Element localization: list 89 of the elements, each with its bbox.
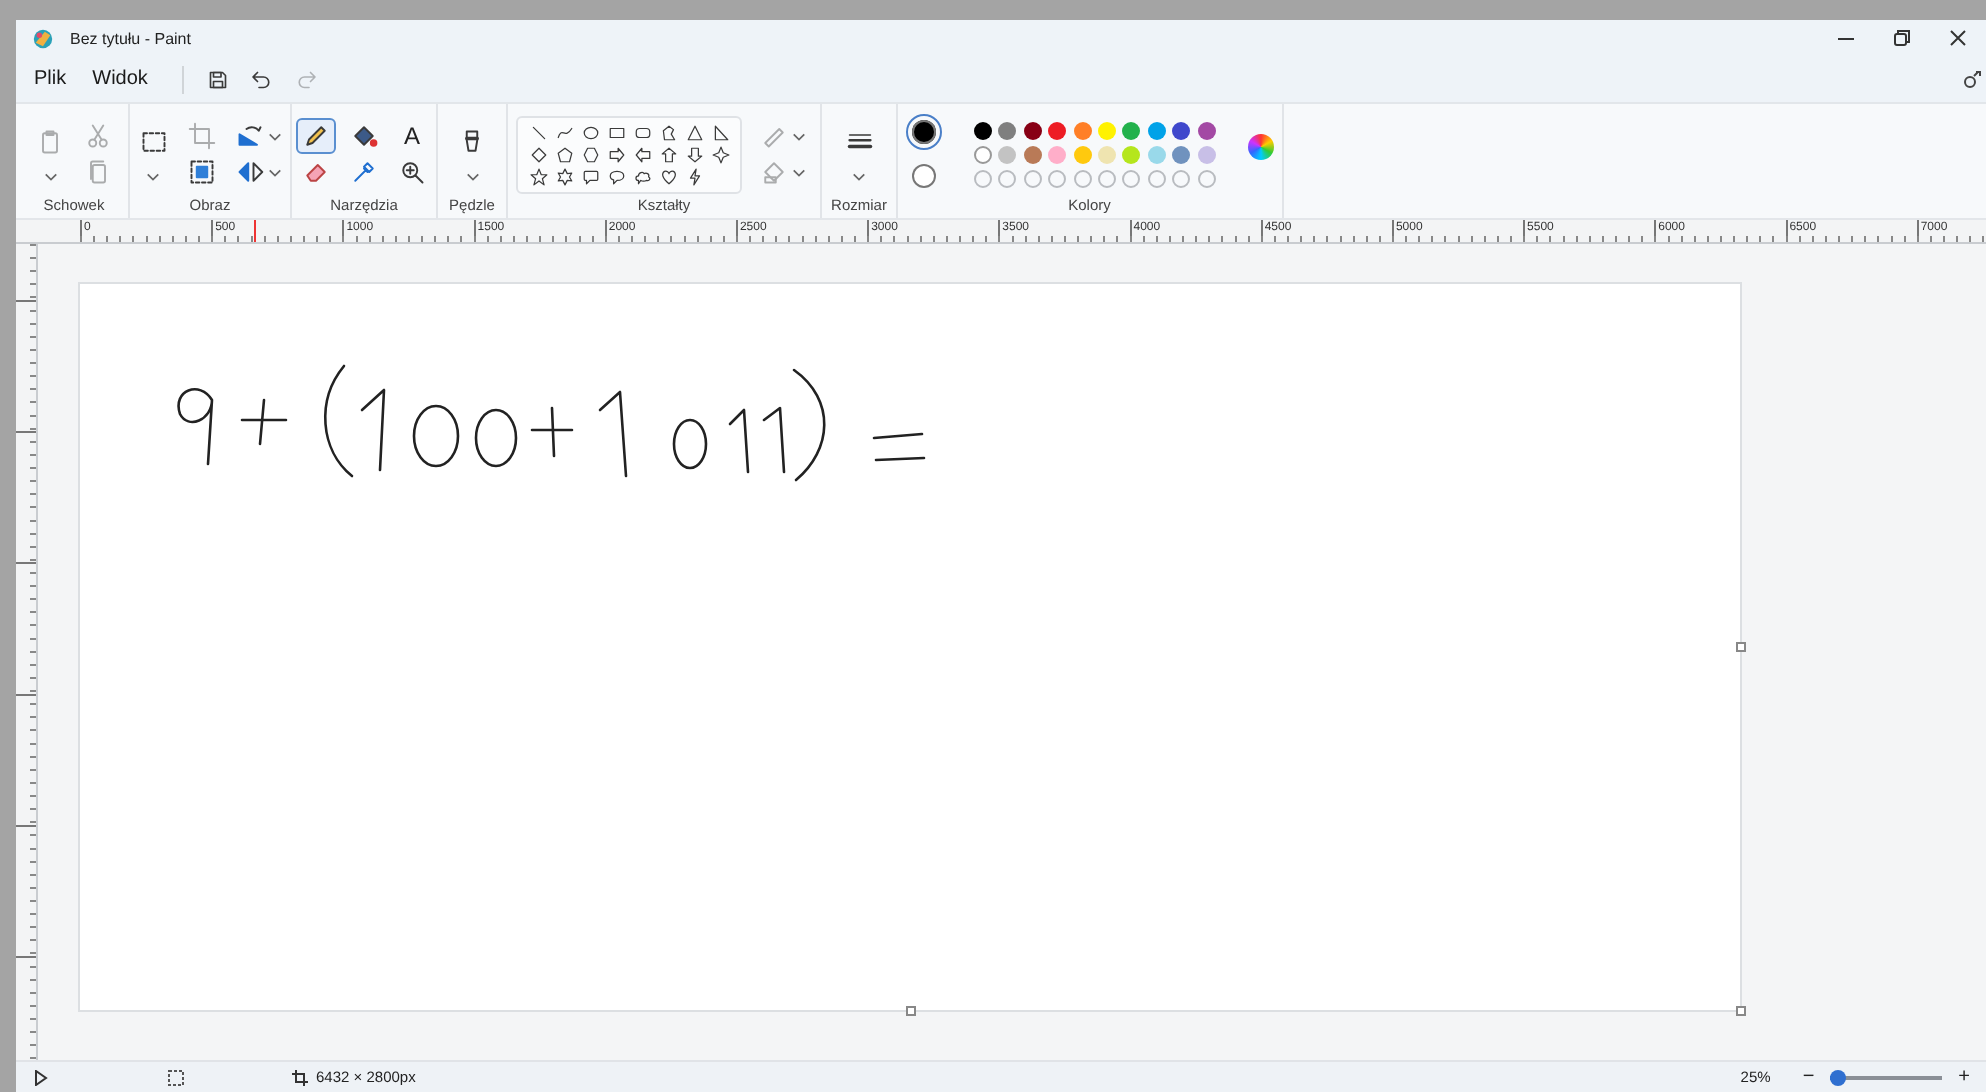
eraser-icon <box>302 158 330 186</box>
up-arrow-icon[interactable] <box>659 145 677 163</box>
caret-icon <box>267 131 281 141</box>
crop-icon <box>187 122 215 150</box>
color-swatch[interactable] <box>1172 145 1191 163</box>
rotate-icon <box>235 122 263 150</box>
color-swatch[interactable] <box>1147 145 1166 163</box>
color-swatch[interactable] <box>1023 121 1042 139</box>
six-point-star-icon[interactable] <box>555 167 573 185</box>
redo-icon <box>293 67 318 91</box>
maximize-icon[interactable] <box>1894 30 1910 46</box>
pentagon-icon[interactable] <box>555 145 573 163</box>
caret-icon <box>146 171 160 181</box>
color-swatch[interactable] <box>1048 121 1067 139</box>
cursor-icon <box>34 1069 48 1085</box>
color-swatch[interactable] <box>974 121 992 139</box>
triangle-icon[interactable] <box>685 123 703 141</box>
rectangle-icon[interactable] <box>607 123 625 141</box>
color-swatch[interactable] <box>1122 145 1141 163</box>
color-swatch[interactable] <box>1172 121 1191 139</box>
cursor-position-marker <box>254 220 256 242</box>
selection-size-icon <box>168 1069 184 1085</box>
text-tool-button[interactable]: A <box>392 118 432 154</box>
oval-callout-icon[interactable] <box>607 167 625 185</box>
color-swatch[interactable] <box>1097 121 1116 139</box>
rounded-rectangle-icon[interactable] <box>633 123 651 141</box>
caret-icon <box>465 171 479 181</box>
color-swatch[interactable] <box>1147 121 1166 139</box>
zoom-out-button[interactable]: − <box>1794 1067 1823 1087</box>
caret-icon <box>792 167 806 177</box>
color-swatch[interactable] <box>1097 145 1116 163</box>
color-swatch[interactable] <box>974 145 992 163</box>
flip-icon <box>235 158 263 186</box>
hexagon-icon[interactable] <box>581 145 599 163</box>
edit-colors-icon[interactable] <box>1247 133 1274 159</box>
color-swatch[interactable] <box>1023 145 1042 163</box>
oval-icon[interactable] <box>581 123 599 141</box>
zoom-slider-thumb[interactable] <box>1830 1069 1847 1085</box>
caret-icon <box>267 167 281 177</box>
outline-icon <box>760 122 788 150</box>
zoom-in-button[interactable]: + <box>1950 1067 1978 1087</box>
save-icon <box>205 67 230 91</box>
window-title: Bez tytułu - Paint <box>70 29 191 47</box>
curve-icon[interactable] <box>555 123 573 141</box>
color-swatch[interactable] <box>1073 121 1092 139</box>
color-swatch[interactable] <box>1122 121 1141 139</box>
resize-handle[interactable] <box>906 1006 916 1016</box>
canvas-size-icon <box>292 1069 308 1085</box>
close-icon[interactable] <box>1950 30 1966 46</box>
shape-fill-icon <box>760 158 788 186</box>
select-icon <box>139 127 167 155</box>
color-swatch[interactable] <box>998 121 1017 139</box>
color-swatch[interactable] <box>1197 121 1216 139</box>
cloud-callout-icon[interactable] <box>633 167 651 185</box>
resize-handle[interactable] <box>1736 1006 1746 1016</box>
menu-item[interactable]: Plik <box>30 68 81 90</box>
color-swatch[interactable] <box>998 145 1017 163</box>
right-arrow-icon[interactable] <box>607 145 625 163</box>
diamond-icon[interactable] <box>529 145 547 163</box>
right-triangle-icon[interactable] <box>711 123 729 141</box>
five-point-star-icon[interactable] <box>529 167 547 185</box>
menu-item[interactable]: Widok <box>88 68 162 90</box>
fill-icon <box>350 122 378 150</box>
polygon-icon[interactable] <box>659 123 677 141</box>
caret-icon <box>852 171 866 181</box>
caret-icon <box>792 131 806 141</box>
down-arrow-icon[interactable] <box>685 145 703 163</box>
pencil-icon <box>302 122 330 150</box>
app-logo-icon <box>32 27 54 49</box>
copy-icon <box>84 158 112 186</box>
four-point-star-icon[interactable] <box>711 145 729 163</box>
resize-handle[interactable] <box>1736 642 1746 652</box>
paste-icon <box>36 127 64 155</box>
current-color-swatch[interactable] <box>906 114 942 150</box>
rounded-callout-icon[interactable] <box>581 167 599 185</box>
color-swatch[interactable] <box>1048 145 1067 163</box>
left-arrow-icon[interactable] <box>633 145 651 163</box>
pencil-tool-button[interactable] <box>296 118 336 154</box>
undo-icon <box>249 67 274 91</box>
cut-icon <box>84 122 112 150</box>
lightning-icon[interactable] <box>685 167 703 185</box>
caret-icon <box>43 171 57 181</box>
color-swatch[interactable] <box>1073 145 1092 163</box>
line-icon[interactable] <box>529 123 547 141</box>
heart-icon[interactable] <box>659 167 677 185</box>
magnifier-icon <box>398 158 426 186</box>
resize-icon <box>187 158 215 186</box>
color-swatch[interactable] <box>1197 145 1216 163</box>
picker-icon <box>350 158 378 186</box>
